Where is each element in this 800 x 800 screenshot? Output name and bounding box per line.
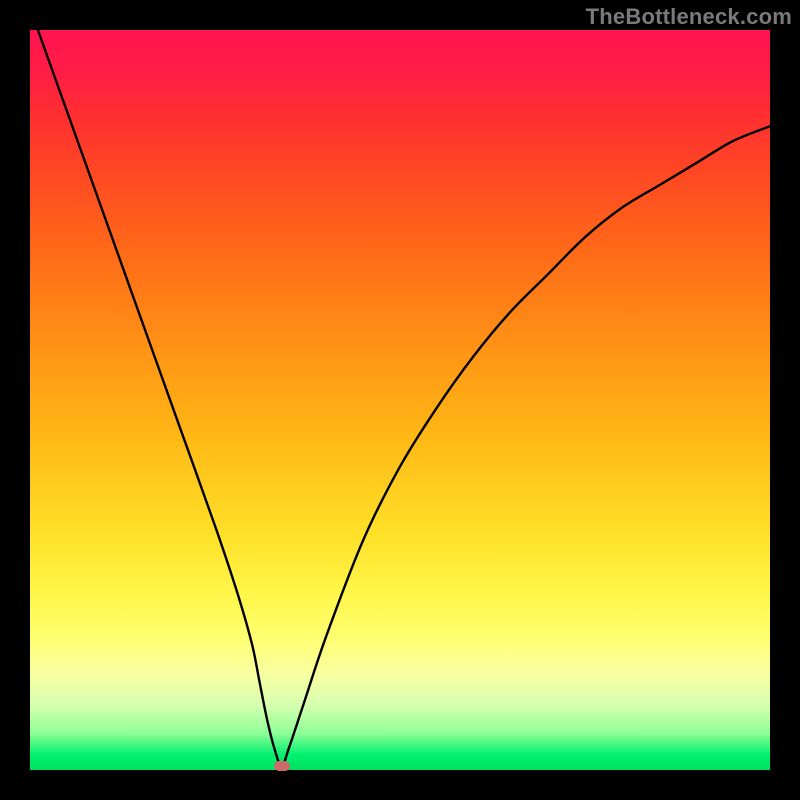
- watermark-text: TheBottleneck.com: [586, 4, 792, 30]
- curve-svg: [30, 30, 770, 770]
- curve-path: [30, 30, 770, 766]
- plot-area: [30, 30, 770, 770]
- minimum-marker: [274, 761, 290, 771]
- chart-frame: TheBottleneck.com: [0, 0, 800, 800]
